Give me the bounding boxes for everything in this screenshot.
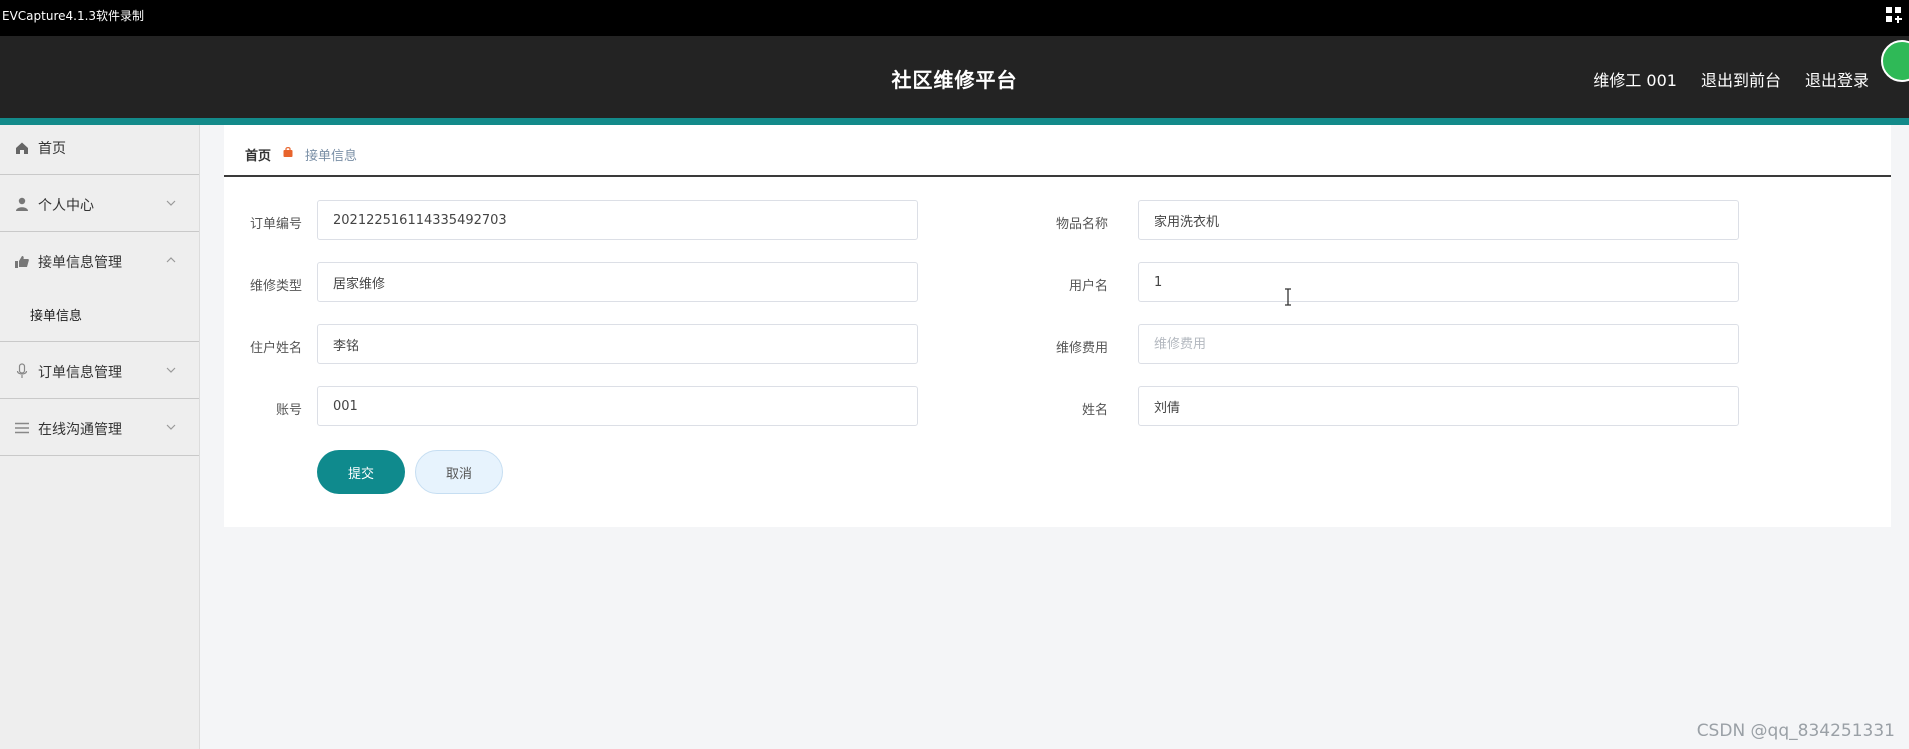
resident-name-label: 住户姓名: [249, 341, 302, 356]
sidebar-item-online-chat-management[interactable]: 在线沟通管理: [0, 399, 199, 456]
breadcrumb-home[interactable]: 首页: [245, 145, 271, 164]
sidebar-item-label: 接单信息管理: [38, 255, 122, 271]
repair-fee-input[interactable]: [1138, 324, 1739, 364]
watermark: CSDN @qq_834251331: [1696, 721, 1895, 741]
breadcrumb: 首页 接单信息: [224, 125, 1891, 177]
item-name-label: 物品名称: [1055, 217, 1108, 232]
repair-fee-label: 维修费用: [1055, 341, 1108, 356]
user-icon: [16, 197, 28, 211]
sidebar-item-label: 首页: [38, 141, 66, 157]
chevron-down-icon: [166, 367, 176, 373]
order-accept-icon: [15, 256, 29, 268]
main-content: 首页 接单信息 订单编号 物品名称 维修类型 用户名 住户姓名 维修费用 账号 …: [224, 125, 1891, 527]
logout-link[interactable]: 退出登录: [1805, 67, 1869, 91]
cancel-button[interactable]: 取消: [415, 450, 503, 494]
sidebar-item-order-info-management[interactable]: 订单信息管理: [0, 342, 199, 399]
chevron-down-icon: [166, 200, 176, 206]
account-input[interactable]: [317, 386, 918, 426]
sidebar-subitem-order-accept-info[interactable]: 接单信息: [0, 289, 199, 342]
sidebar-item-label: 在线沟通管理: [38, 422, 122, 438]
header-accent-line: [0, 118, 1909, 125]
repair-type-label: 维修类型: [249, 279, 302, 294]
resident-name-input[interactable]: [317, 324, 918, 364]
home-icon: [16, 142, 28, 154]
chevron-up-icon: [166, 257, 176, 263]
current-user-link[interactable]: 维修工 001: [1593, 67, 1677, 91]
name-input[interactable]: [1138, 386, 1739, 426]
list-icon: [15, 422, 29, 434]
microphone-icon: [16, 363, 28, 378]
top-header: 社区维修平台 维修工 001 退出到前台 退出登录: [0, 36, 1909, 118]
username-label: 用户名: [1068, 279, 1108, 294]
submit-button[interactable]: 提交: [317, 450, 405, 494]
capture-toolbar: EVCapture4.1.3软件录制: [0, 0, 1909, 36]
sidebar-item-home[interactable]: 首页: [0, 125, 199, 175]
order-no-label: 订单编号: [249, 217, 302, 232]
header-nav: 维修工 001 退出到前台 退出登录: [1593, 67, 1869, 91]
sidebar: 首页 个人中心 接单信息管理 接单信息 订单信息管理 在线沟通管理: [0, 125, 200, 749]
item-name-input[interactable]: [1138, 200, 1739, 240]
chevron-down-icon: [166, 424, 176, 430]
breadcrumb-current: 接单信息: [305, 149, 358, 164]
account-label: 账号: [275, 403, 302, 418]
sidebar-item-label: 订单信息管理: [38, 365, 122, 381]
order-no-input[interactable]: [317, 200, 918, 240]
text-cursor-icon: [1285, 288, 1291, 306]
username-input[interactable]: [1138, 262, 1739, 302]
sidebar-item-label: 个人中心: [38, 198, 94, 214]
shopping-bag-icon: [283, 147, 293, 157]
exit-to-front-link[interactable]: 退出到前台: [1701, 67, 1781, 91]
sidebar-subitem-label: 接单信息: [30, 309, 83, 324]
sidebar-item-order-accept-management[interactable]: 接单信息管理: [0, 232, 199, 289]
capture-title: EVCapture4.1.3软件录制: [2, 9, 145, 23]
repair-type-input[interactable]: [317, 262, 918, 302]
capture-grip-icon[interactable]: [1885, 6, 1903, 24]
sidebar-item-personal-center[interactable]: 个人中心: [0, 175, 199, 232]
name-label: 姓名: [1081, 403, 1108, 418]
